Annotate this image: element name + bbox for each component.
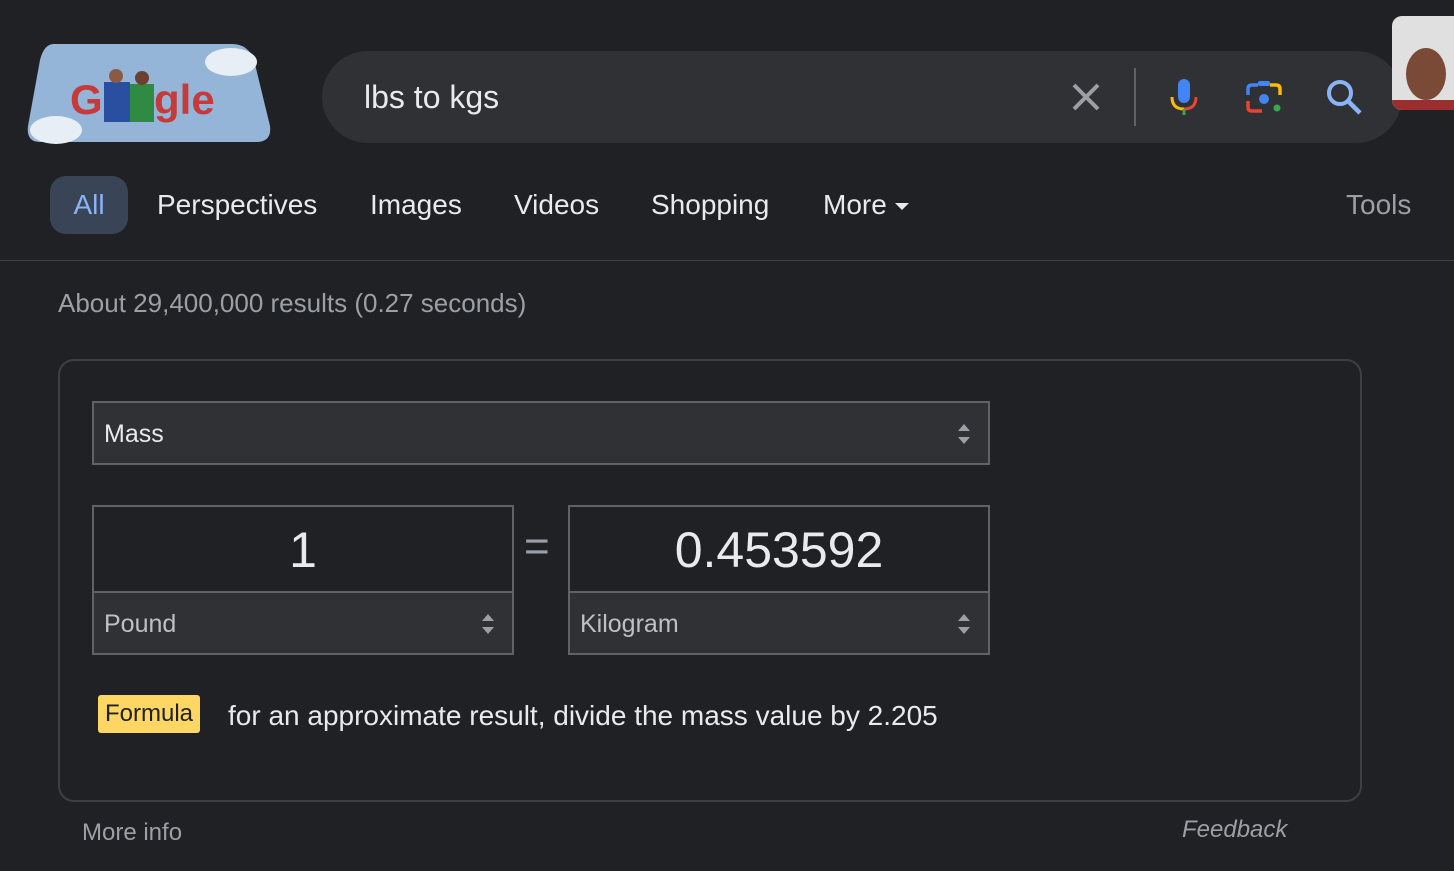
result-stats: About 29,400,000 results (0.27 seconds) — [58, 288, 527, 318]
more-info-link[interactable]: More info — [82, 819, 182, 847]
equals-sign: = — [524, 522, 550, 571]
tab-more-label: More — [823, 189, 887, 220]
tab-more[interactable]: More — [823, 176, 917, 234]
select-arrows-icon — [958, 614, 970, 634]
category-value: Mass — [104, 420, 164, 448]
from-value-input[interactable]: 1 — [92, 505, 514, 593]
svg-text:G: G — [70, 76, 103, 123]
search-input[interactable]: lbs to kgs — [364, 79, 499, 116]
caret-down-icon — [894, 202, 909, 210]
tab-videos[interactable]: Videos — [514, 176, 599, 234]
feedback-link[interactable]: Feedback — [1182, 816, 1287, 844]
to-unit-value: Kilogram — [580, 610, 679, 638]
from-unit-value: Pound — [104, 610, 177, 638]
from-value: 1 — [289, 522, 317, 578]
microphone-icon[interactable] — [1162, 75, 1206, 119]
to-unit-select[interactable]: Kilogram — [568, 591, 990, 655]
to-value-input[interactable]: 0.453592 — [568, 505, 990, 593]
header-divider — [0, 260, 1454, 261]
tab-images[interactable]: Images — [370, 176, 462, 234]
tab-perspectives[interactable]: Perspectives — [157, 176, 317, 234]
camera-lens-icon[interactable] — [1242, 75, 1286, 119]
from-unit-select[interactable]: Pound — [92, 591, 514, 655]
search-bar[interactable]: lbs to kgs — [322, 51, 1402, 143]
tab-all[interactable]: All — [50, 176, 128, 234]
select-arrows-icon — [482, 614, 494, 634]
to-value: 0.453592 — [674, 522, 884, 578]
formula-text: for an approximate result, divide the ma… — [228, 700, 938, 731]
google-doodle-logo[interactable]: G gle — [26, 40, 272, 144]
tab-shopping[interactable]: Shopping — [651, 176, 769, 234]
category-select[interactable]: Mass — [92, 401, 990, 465]
svg-text:gle: gle — [154, 76, 215, 123]
tools-button[interactable]: Tools — [1346, 176, 1411, 234]
close-icon[interactable] — [1064, 75, 1108, 119]
divider — [1134, 68, 1136, 126]
search-icon[interactable] — [1322, 75, 1366, 119]
formula-badge: Formula — [98, 695, 201, 733]
doodle-illustration — [1392, 16, 1454, 110]
select-arrows-icon — [958, 424, 970, 444]
